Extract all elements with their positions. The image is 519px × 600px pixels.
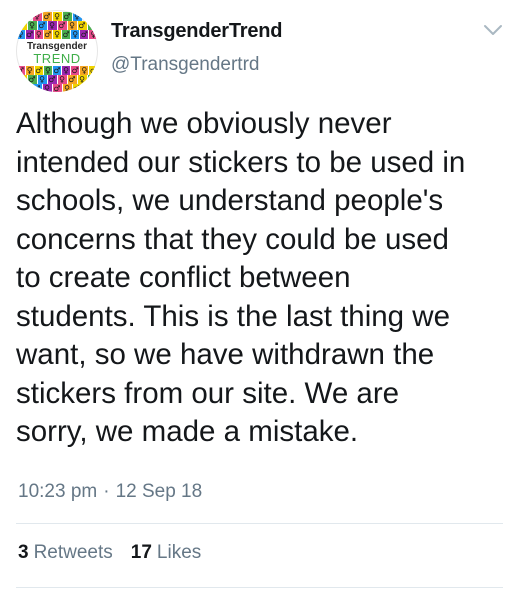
tweet-card: ♀ ♂ ♀ ♂ ♀ ♂ ♀ ♂ ♀ ♂ ♀ ♂ ♀ ♀ ♂ ♀ ♂ ♀ ♂ ♀ ♂ ♀ Transgender TRE… <box>0 0 519 600</box>
gender-symbol-icon: ♀ <box>89 30 98 39</box>
gender-symbol-icon: ♀ <box>17 75 27 84</box>
gender-symbol-icon: ♀ <box>27 21 37 30</box>
gender-symbol-icon: ♂ <box>34 66 43 75</box>
likes-link[interactable]: 17 Likes <box>131 542 202 564</box>
gender-symbol-icon: ♀ <box>72 12 82 21</box>
gender-symbol-icon: ♀ <box>43 66 52 75</box>
separator: · <box>103 481 110 502</box>
gender-symbol-icon: ♀ <box>47 21 57 30</box>
gender-symbol-icon: ♂ <box>72 84 82 92</box>
tweet-text: Although we obviously never intended our… <box>16 107 466 448</box>
engagement-stats: 3 Retweets 17 Likes <box>18 542 201 564</box>
avatar[interactable]: ♀ ♂ ♀ ♂ ♀ ♂ ♀ ♂ ♀ ♂ ♀ ♂ ♀ ♀ ♂ ♀ ♂ ♀ ♂ ♀ ♂ ♀ Transgender TRE… <box>16 10 98 92</box>
divider <box>16 523 503 524</box>
gender-symbol-icon: ♀ <box>52 12 62 21</box>
gender-symbol-icon: ♂ <box>42 12 52 21</box>
gender-symbol-icon: ♂ <box>80 30 89 39</box>
gender-symbol-icon: ♀ <box>77 75 87 84</box>
likes-label: Likes <box>156 542 202 563</box>
gender-symbol-icon: ♂ <box>47 75 57 84</box>
gender-symbol-icon: ♂ <box>16 66 25 75</box>
tweet-date: 12 Sep 18 <box>115 481 203 502</box>
retweets-label: Retweets <box>33 542 113 563</box>
gender-symbol-icon: ♀ <box>71 30 80 39</box>
gender-symbol-icon: ♀ <box>80 66 89 75</box>
divider <box>16 587 503 588</box>
gender-symbol-icon: ♂ <box>67 75 77 84</box>
gender-symbol-icon: ♀ <box>37 75 47 84</box>
gender-symbol-icon: ♂ <box>25 30 34 39</box>
gender-symbol-icon: ♂ <box>37 21 47 30</box>
gender-symbol-icon: ♂ <box>17 21 27 30</box>
gender-symbol-icon: ♀ <box>25 66 34 75</box>
avatar-symbol-row: ♀ ♂ ♀ ♂ ♀ ♂ ♀ ♂ <box>16 75 98 84</box>
avatar-symbol-row: ♀ ♂ ♀ ♂ ♀ ♂ ♀ ♂ ♀ <box>16 30 98 39</box>
gender-symbol-icon: ♂ <box>52 84 62 92</box>
gender-symbol-icon: ♂ <box>57 21 67 30</box>
user-handle[interactable]: @Transgendertrd <box>111 54 259 76</box>
gender-symbol-icon: ♀ <box>52 30 62 39</box>
gender-symbol-icon: ♀ <box>42 84 52 92</box>
avatar-logo-text: TREND <box>33 51 81 66</box>
gender-symbol-icon: ♂ <box>62 12 72 21</box>
gender-symbol-icon: ♀ <box>87 21 97 30</box>
retweets-link[interactable]: 3 Retweets <box>18 542 113 564</box>
likes-count: 17 <box>130 542 152 563</box>
gender-symbol-icon: ♂ <box>52 66 62 75</box>
gender-symbol-icon: ♀ <box>16 30 25 39</box>
gender-symbol-icon: ♀ <box>62 84 72 92</box>
gender-symbol-icon: ♂ <box>27 75 37 84</box>
gender-symbol-icon: ♀ <box>34 30 43 39</box>
tweet-timestamp[interactable]: 10:23 pm · 12 Sep 18 <box>18 481 202 503</box>
gender-symbol-icon: ♀ <box>32 12 42 21</box>
gender-symbol-icon: ♀ <box>57 75 67 84</box>
display-name[interactable]: TransgenderTrend <box>111 20 282 43</box>
gender-symbol-icon: ♂ <box>89 66 98 75</box>
gender-symbol-icon: ♀ <box>67 21 77 30</box>
chevron-down-icon[interactable] <box>482 22 504 38</box>
avatar-symbol-row: ♂ ♀ ♂ ♀ ♂ ♀ ♂ ♀ ♂ <box>16 66 98 75</box>
gender-symbol-icon: ♀ <box>62 66 71 75</box>
avatar-symbol-row: ♀ ♂ ♀ ♂ ♀ <box>16 12 98 21</box>
tweet-time: 10:23 pm <box>18 481 98 502</box>
retweets-count: 3 <box>18 542 29 563</box>
gender-symbol-icon: ♂ <box>87 75 97 84</box>
gender-symbol-icon: ♂ <box>71 66 80 75</box>
avatar-symbol-row: ♂ ♀ ♂ ♀ ♂ ♀ ♂ ♀ <box>16 21 98 30</box>
gender-symbol-icon: ♂ <box>77 21 87 30</box>
gender-symbol-icon: ♂ <box>43 30 52 39</box>
avatar-symbol-row: ♂ ♀ ♂ ♀ ♂ <box>16 84 98 92</box>
gender-symbol-icon: ♂ <box>32 84 42 92</box>
gender-symbol-icon: ♂ <box>62 30 71 39</box>
